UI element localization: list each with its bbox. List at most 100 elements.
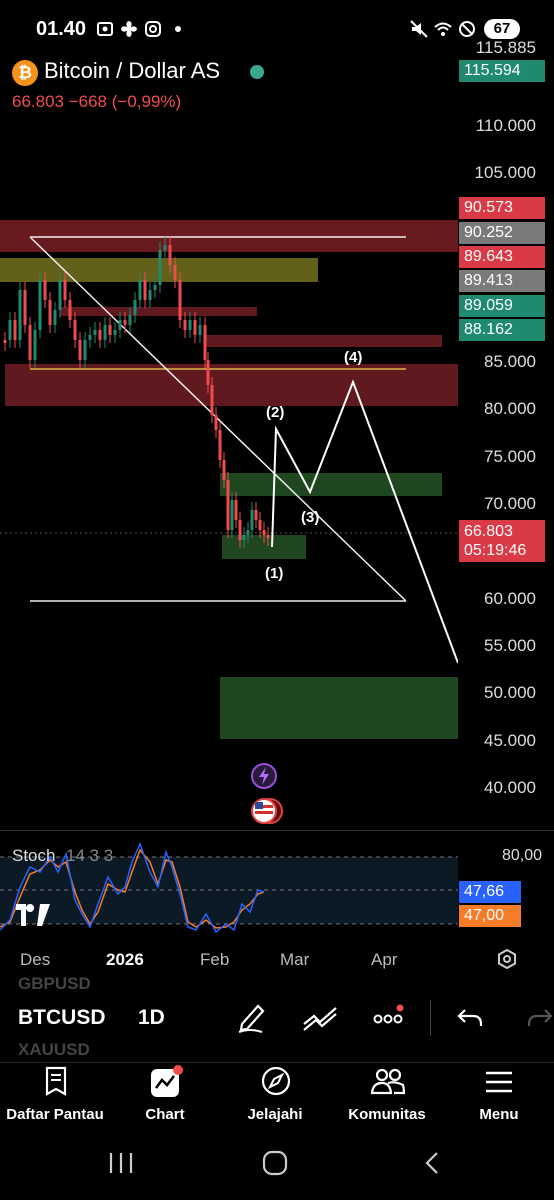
- home-icon[interactable]: [260, 1148, 290, 1178]
- undo-icon[interactable]: [456, 1006, 484, 1030]
- candle-body: [193, 320, 197, 335]
- chart-icon: [151, 1065, 183, 1097]
- nav-item-chart[interactable]: Chart: [110, 1063, 220, 1131]
- price-label: 89.059: [459, 295, 545, 317]
- current-price: 66.803: [464, 523, 513, 540]
- candle-body: [234, 500, 238, 520]
- supply-zone-main: [5, 364, 458, 406]
- candle-body: [63, 280, 67, 300]
- candle-body: [38, 280, 42, 330]
- price-label: 115.594: [459, 60, 545, 82]
- price-tick-top: 115.885: [475, 38, 536, 57]
- time-label: Mar: [280, 950, 310, 969]
- nav-label: Chart: [145, 1106, 185, 1123]
- nav-item-community[interactable]: Komunitas: [330, 1063, 444, 1131]
- price-tick: 40.000: [484, 778, 536, 797]
- candle-body: [58, 280, 62, 310]
- candle-body: [198, 325, 202, 335]
- current-price-badge: 66.803 05:19:46: [459, 520, 545, 562]
- candle-body: [250, 510, 254, 530]
- price-tick: 85.000: [484, 352, 536, 371]
- candle-body: [48, 300, 52, 325]
- trend-line-tool-icon[interactable]: [302, 1004, 338, 1032]
- symbol-selector[interactable]: BTCUSD: [18, 1006, 106, 1030]
- price-label: 88.162: [459, 319, 545, 341]
- more-tools-icon[interactable]: [372, 1002, 408, 1030]
- draw-pen-icon[interactable]: [236, 1000, 268, 1034]
- candle-body: [128, 315, 132, 325]
- candle-body: [168, 245, 172, 265]
- candle-countdown: 05:19:46: [464, 542, 527, 559]
- candle-body: [23, 290, 27, 325]
- candle-body: [218, 430, 222, 460]
- nav-item-menu[interactable]: Menu: [444, 1063, 554, 1131]
- candle-body: [153, 285, 157, 290]
- symbol-prev[interactable]: GBPUSD: [18, 974, 91, 994]
- symbol-next[interactable]: XAUUSD: [18, 1040, 90, 1060]
- candle-body: [258, 520, 262, 530]
- watchlist-icon: [45, 1066, 67, 1096]
- wave-label-2: (2): [266, 404, 284, 421]
- candle-body: [68, 300, 72, 320]
- us-flag-event-icon[interactable]: [248, 796, 286, 826]
- screenshot-icon: [97, 22, 113, 36]
- nav-label: Menu: [479, 1106, 519, 1123]
- pane-separator[interactable]: [0, 830, 554, 831]
- candle-body: [163, 245, 167, 250]
- price-label: 90.573: [459, 197, 545, 219]
- stoch-title[interactable]: Stoch: [12, 846, 55, 866]
- price-label: 90.252: [459, 222, 545, 244]
- candle-body: [262, 530, 266, 535]
- more-notifications-dot: [175, 26, 181, 32]
- chart-settings-icon[interactable]: [496, 948, 518, 970]
- community-icon: [370, 1068, 406, 1095]
- stoch-d-value: 47,00: [459, 905, 521, 927]
- resistance-zone-small: [60, 307, 257, 316]
- wave-label-4: (4): [344, 349, 362, 366]
- candle-body: [138, 280, 142, 300]
- price-tick: 60.000: [484, 589, 536, 608]
- candle-body: [113, 330, 117, 335]
- candle-body: [203, 325, 207, 360]
- wave-label-1: (1): [265, 565, 283, 582]
- candle-body: [33, 330, 37, 360]
- instagram-icon: [145, 21, 161, 37]
- candle-body: [28, 325, 32, 360]
- nav-item-watchlist[interactable]: Daftar Pantau: [0, 1063, 110, 1131]
- price-chart[interactable]: (1) (2) (3) (4): [0, 40, 458, 830]
- wave-label-3: (3): [301, 509, 319, 526]
- price-tick: 55.000: [484, 636, 536, 655]
- mute-icon: [410, 20, 428, 38]
- redo-icon[interactable]: [526, 1006, 554, 1030]
- lightning-event-icon[interactable]: [250, 762, 278, 790]
- stoch-params: 14 3 3: [66, 846, 114, 865]
- time-label-year: 2026: [106, 950, 144, 969]
- candle-body: [3, 340, 7, 343]
- candle-body: [13, 320, 17, 340]
- price-tick: 110.000: [475, 116, 536, 135]
- candle-body: [133, 300, 137, 315]
- candle-body: [108, 325, 112, 335]
- candle-body: [143, 280, 147, 300]
- back-icon[interactable]: [418, 1148, 448, 1178]
- candle-body: [178, 280, 182, 320]
- triangle-diagonal-line: [29, 236, 407, 602]
- time-label: Feb: [200, 950, 230, 969]
- candle-body: [18, 290, 22, 340]
- recent-apps-icon[interactable]: [106, 1148, 136, 1178]
- resistance-zone-mid: [205, 335, 442, 347]
- interval-selector[interactable]: 1D: [138, 1006, 165, 1030]
- candle-body: [210, 385, 214, 415]
- price-tick: 70.000: [484, 494, 536, 513]
- candle-body: [73, 320, 77, 340]
- nav-label: Jelajahi: [247, 1106, 303, 1123]
- do-not-disturb-icon: [459, 21, 475, 37]
- candle-body: [173, 265, 177, 280]
- candle-body: [266, 535, 270, 538]
- demand-zone-lower: [220, 677, 458, 739]
- nav-item-explore[interactable]: Jelajahi: [220, 1063, 330, 1131]
- price-tick: 80.000: [484, 399, 536, 418]
- candle-body: [214, 415, 218, 430]
- candle-body: [53, 310, 57, 325]
- candle-body: [230, 500, 234, 530]
